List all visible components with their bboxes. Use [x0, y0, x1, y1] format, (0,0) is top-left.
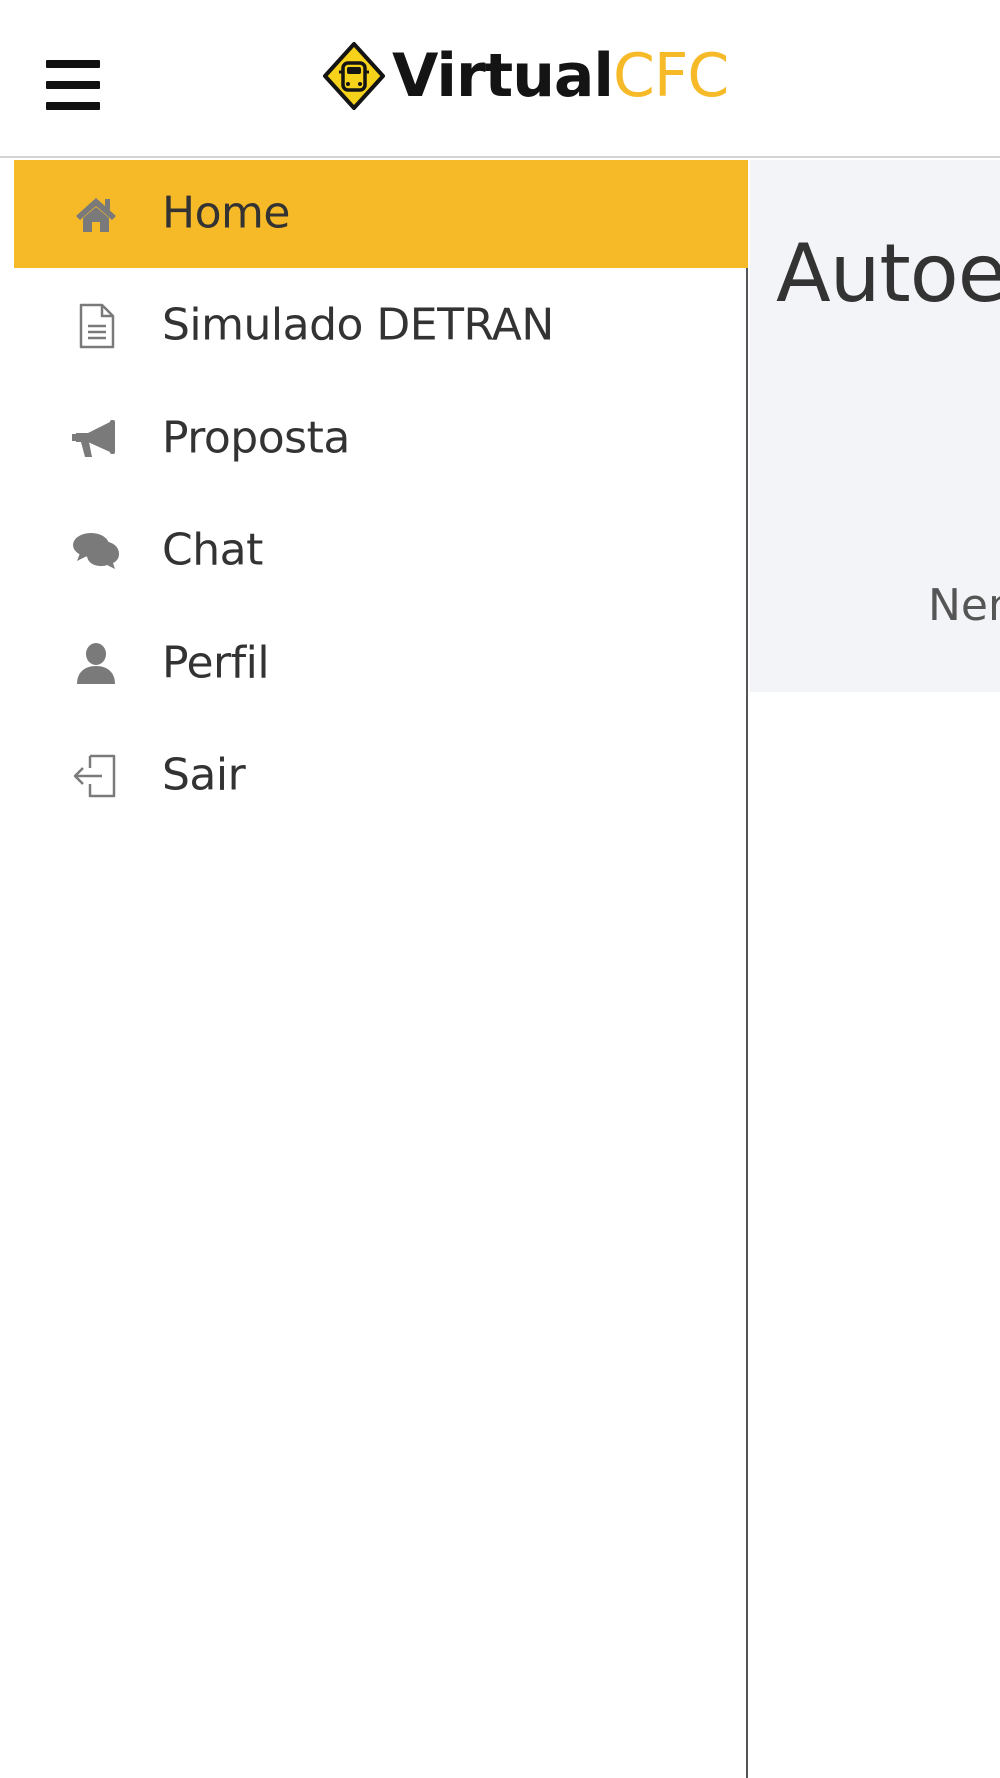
- sidebar-item-label: Perfil: [162, 637, 270, 689]
- sign-out-icon: [72, 752, 120, 800]
- sidebar-item-sair[interactable]: Sair: [14, 722, 748, 830]
- sidebar-item-label: Sair: [162, 749, 246, 801]
- app-root: VirtualCFC Autoes Nen Home: [0, 0, 1000, 1778]
- hamburger-menu-icon[interactable]: [46, 60, 100, 110]
- logo-wordmark: VirtualCFC: [392, 46, 729, 106]
- user-icon: [72, 640, 120, 688]
- main-content: Autoes Nen: [750, 160, 1000, 1778]
- sidebar-item-label: Proposta: [162, 412, 350, 464]
- virtualcfc-logo[interactable]: VirtualCFC: [322, 40, 729, 112]
- page-title: Autoes: [776, 227, 1000, 320]
- sidebar-item-label: Chat: [162, 524, 263, 576]
- road-sign-car-icon: [323, 42, 385, 110]
- main-panel: Autoes Nen: [750, 160, 1000, 692]
- sidebar-item-chat[interactable]: Chat: [14, 497, 748, 605]
- sidebar-item-proposta[interactable]: Proposta: [14, 385, 748, 493]
- sidebar-drawer: Home Simulado DETRAN Proposta Chat Perfi…: [0, 160, 748, 1778]
- sidebar-item-perfil[interactable]: Perfil: [14, 610, 748, 718]
- document-icon: [72, 302, 120, 350]
- logo-text-virtual: Virtual: [392, 41, 614, 111]
- sidebar-item-home[interactable]: Home: [14, 160, 748, 268]
- sidebar-item-label: Simulado DETRAN: [162, 299, 554, 351]
- chat-bubbles-icon: [72, 527, 120, 575]
- empty-state-text: Nen: [928, 580, 1000, 631]
- top-header: VirtualCFC: [0, 0, 1000, 158]
- home-icon: [72, 190, 120, 238]
- logo-text-cfc: CFC: [613, 41, 729, 111]
- sidebar-item-simulado-detran[interactable]: Simulado DETRAN: [14, 272, 748, 380]
- megaphone-icon: [72, 415, 120, 463]
- sidebar-item-label: Home: [162, 187, 290, 239]
